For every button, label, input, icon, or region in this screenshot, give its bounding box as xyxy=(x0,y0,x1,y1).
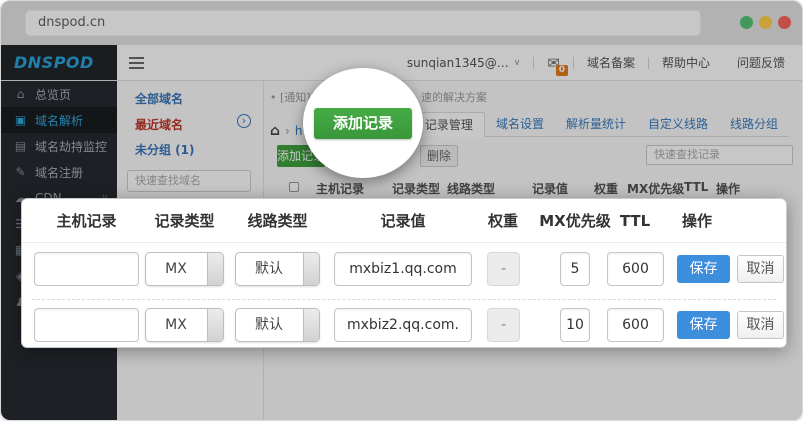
host-input[interactable] xyxy=(34,252,139,286)
cancel-button[interactable]: 取消 xyxy=(737,311,784,339)
popup-col-type: 记录类型 xyxy=(145,199,224,243)
mx-priority-input[interactable] xyxy=(560,308,590,342)
add-record-button-magnified[interactable]: 添加记录 xyxy=(314,108,412,139)
type-select-value: MX xyxy=(146,309,206,341)
save-button[interactable]: 保存 xyxy=(677,311,730,339)
select-grip-icon xyxy=(303,309,319,341)
popup-col-ttl: TTL xyxy=(600,199,670,243)
record-edit-popup: 主机记录 记录类型 线路类型 记录值 权重 MX优先级 TTL 操作 MX 默认… xyxy=(21,198,787,348)
host-input[interactable] xyxy=(34,308,139,342)
row-divider xyxy=(32,299,776,300)
select-grip-icon xyxy=(303,253,319,285)
record-row-1: MX 默认 - 保存 取消 xyxy=(22,252,786,288)
popup-col-line: 线路类型 xyxy=(235,199,320,243)
ttl-input[interactable] xyxy=(607,308,664,342)
traffic-light-yellow[interactable] xyxy=(759,16,772,29)
value-input[interactable] xyxy=(334,252,472,286)
line-select-value: 默认 xyxy=(236,309,302,341)
browser-chrome: dnspod.cn xyxy=(1,1,802,45)
traffic-light-green[interactable] xyxy=(740,16,753,29)
type-select[interactable]: MX xyxy=(145,252,224,286)
line-select[interactable]: 默认 xyxy=(235,252,320,286)
callout-circle: 添加记录 xyxy=(303,68,423,178)
weight-disabled-field: - xyxy=(487,308,520,342)
traffic-light-red[interactable] xyxy=(778,16,791,29)
type-select-value: MX xyxy=(146,253,206,285)
select-grip-icon xyxy=(207,309,223,341)
ttl-input[interactable] xyxy=(607,252,664,286)
record-row-2: MX 默认 - 保存 取消 xyxy=(22,308,786,344)
select-grip-icon xyxy=(207,253,223,285)
cancel-button[interactable]: 取消 xyxy=(737,255,784,283)
address-bar[interactable]: dnspod.cn xyxy=(25,10,701,36)
mx-priority-input[interactable] xyxy=(560,252,590,286)
line-select-value: 默认 xyxy=(236,253,302,285)
save-button[interactable]: 保存 xyxy=(677,255,730,283)
weight-disabled-field: - xyxy=(487,252,520,286)
popup-col-host: 主机记录 xyxy=(34,199,139,243)
popup-header-row: 主机记录 记录类型 线路类型 记录值 权重 MX优先级 TTL 操作 xyxy=(22,199,786,243)
browser-window: dnspod.cn DNSPOD sunqian1345@… ∨ ✉ 0 域名备… xyxy=(0,0,803,421)
value-input[interactable] xyxy=(334,308,472,342)
popup-col-value: 记录值 xyxy=(334,199,472,243)
type-select[interactable]: MX xyxy=(145,308,224,342)
popup-col-action: 操作 xyxy=(662,199,732,243)
line-select[interactable]: 默认 xyxy=(235,308,320,342)
